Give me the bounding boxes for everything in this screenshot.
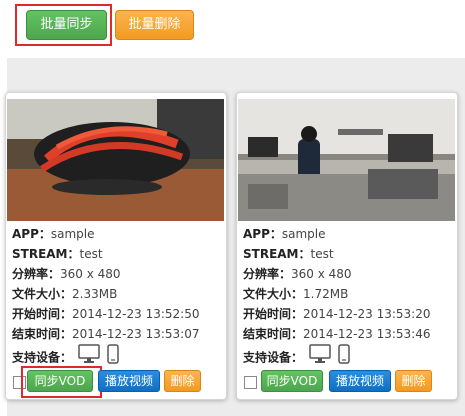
file-size-label: 文件大小： [243, 287, 304, 301]
batch-sync-button[interactable]: 批量同步 [26, 10, 107, 40]
stream-value: test [79, 247, 103, 261]
file-size-value: 2.33MB [72, 287, 118, 301]
end-time-label: 结束时间： [243, 327, 304, 341]
play-video-button[interactable]: 播放视频 [329, 370, 391, 392]
sync-vod-button[interactable]: 同步VOD [27, 370, 93, 392]
monitor-icon [309, 344, 331, 372]
app-label: APP： [12, 227, 51, 241]
play-video-button[interactable]: 播放视频 [98, 370, 160, 392]
stream-label: STREAM： [243, 247, 311, 261]
phone-icon [337, 344, 351, 372]
start-time-label: 开始时间： [243, 307, 304, 321]
delete-button[interactable]: 删除 [164, 370, 201, 392]
video-thumbnail[interactable] [7, 99, 224, 221]
start-time-value: 2014-12-23 13:53:20 [303, 307, 431, 321]
file-size-label: 文件大小： [12, 287, 73, 301]
video-thumbnail[interactable] [238, 99, 455, 221]
app-value: sample [50, 227, 95, 241]
resolution-value: 360 x 480 [60, 267, 121, 281]
resolution-label: 分辨率： [12, 267, 61, 281]
batch-delete-button[interactable]: 批量删除 [115, 10, 194, 40]
end-time-value: 2014-12-23 13:53:46 [303, 327, 431, 341]
start-time-label: 开始时间： [12, 307, 73, 321]
stream-label: STREAM： [12, 247, 80, 261]
stream-value: test [310, 247, 334, 261]
devices-label: 支持设备： [12, 350, 73, 365]
recording-card: APP：sample STREAM：test 分辨率：360 x 480 文件大… [236, 92, 458, 400]
resolution-label: 分辨率： [243, 267, 292, 281]
sync-vod-button[interactable]: 同步VOD [261, 370, 323, 392]
app-value: sample [281, 227, 326, 241]
select-checkbox[interactable] [244, 376, 257, 389]
app-label: APP： [243, 227, 282, 241]
resolution-value: 360 x 480 [291, 267, 352, 281]
devices-label: 支持设备： [243, 350, 304, 365]
end-time-label: 结束时间： [12, 327, 73, 341]
start-time-value: 2014-12-23 13:52:50 [72, 307, 200, 321]
delete-button[interactable]: 删除 [395, 370, 432, 392]
file-size-value: 1.72MB [303, 287, 349, 301]
phone-icon [106, 344, 120, 372]
end-time-value: 2014-12-23 13:53:07 [72, 327, 200, 341]
recording-card: APP：sample STREAM：test 分辨率：360 x 480 文件大… [5, 92, 227, 400]
